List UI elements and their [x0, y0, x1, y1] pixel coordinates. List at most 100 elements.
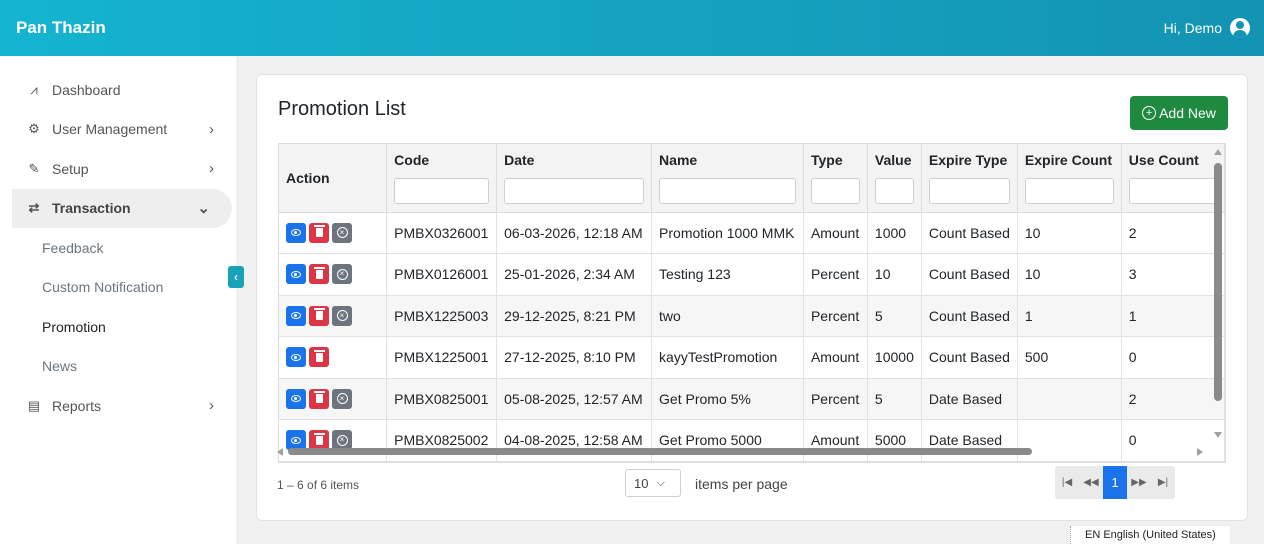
sidebar-item-transaction[interactable]: ⇄ Transaction ⌄ — [12, 188, 232, 228]
expire-type-cell: Date Based — [921, 378, 1018, 420]
filter-value-input[interactable] — [874, 178, 914, 204]
sidebar-item-dashboard[interactable]: ⩘ Dashboard — [0, 70, 236, 110]
scroll-thumb[interactable] — [288, 448, 1032, 455]
plus-circle-icon: + — [1142, 106, 1157, 120]
chevron-down-icon: ⌄ — [197, 200, 210, 218]
view-button[interactable] — [286, 222, 306, 243]
delete-button[interactable] — [309, 305, 329, 326]
value-cell: 5 — [867, 378, 922, 420]
value-cell: 10 — [867, 253, 922, 296]
trash-icon — [313, 266, 325, 279]
sidebar-item-user-management[interactable]: ⚙ User Management › — [0, 110, 236, 150]
eye-icon — [291, 229, 301, 237]
add-new-button[interactable]: + Add New — [1130, 96, 1228, 130]
column-header-label: Type — [810, 152, 843, 168]
first-page-button[interactable]: |◀ — [1055, 466, 1079, 499]
scroll-left-arrow-icon[interactable] — [277, 448, 283, 456]
delete-button[interactable] — [309, 347, 329, 368]
action-cell: × — [279, 253, 388, 296]
trash-icon — [313, 391, 325, 404]
delete-button[interactable] — [309, 222, 329, 243]
filter-use-count-input[interactable] — [1128, 178, 1217, 204]
filter-date-input[interactable] — [504, 178, 645, 204]
eye-icon — [291, 436, 301, 444]
delete-button[interactable] — [309, 388, 329, 409]
view-button[interactable] — [286, 388, 306, 409]
code-cell: PMBX1225003 — [386, 295, 498, 337]
view-button[interactable] — [286, 347, 306, 368]
top-bar: Pan Thazin Hi, Demo — [0, 0, 1264, 56]
code-cell: PMBX0825001 — [386, 378, 498, 420]
sidebar-subitem-promotion[interactable]: Promotion — [0, 307, 236, 347]
action-cell: × — [279, 212, 388, 254]
eye-icon — [291, 395, 301, 403]
expire-type-cell: Count Based — [921, 253, 1018, 296]
scroll-right-arrow-icon[interactable] — [1197, 448, 1203, 456]
scroll-thumb[interactable] — [1214, 163, 1222, 401]
name-cell: Get Promo 5% — [651, 378, 804, 420]
scroll-down-arrow-icon[interactable] — [1214, 432, 1222, 438]
column-header-date[interactable]: Date — [496, 144, 653, 213]
promotion-grid: Action Code Date Name Type Value Expire … — [278, 143, 1226, 463]
name-cell: Promotion 1000 MMK — [651, 212, 804, 254]
expire-count-cell: 10 — [1017, 253, 1122, 296]
x-circle-icon: × — [336, 393, 348, 405]
language-indicator[interactable]: EN English (United States) — [1070, 526, 1230, 544]
grid-horizontal-scrollbar[interactable] — [277, 446, 1213, 458]
trash-icon — [313, 308, 325, 321]
sidebar-subitem-custom-notification[interactable]: Custom Notification — [0, 268, 236, 308]
brand-title[interactable]: Pan Thazin — [16, 18, 106, 38]
column-header-code[interactable]: Code — [386, 144, 498, 213]
column-header-label: Name — [659, 152, 698, 168]
cancel-button[interactable]: × — [332, 388, 352, 409]
value-cell: 1000 — [867, 212, 922, 254]
sidebar-subitem-news[interactable]: News — [0, 347, 236, 387]
sidebar-item-label: Reports — [52, 397, 102, 414]
chevron-right-icon: › — [209, 120, 214, 138]
column-header-label: Expire Type — [928, 152, 1008, 168]
page-size-select[interactable]: 10 ⌵ — [625, 469, 681, 497]
sidebar-item-setup[interactable]: ✎ Setup › — [0, 149, 236, 189]
column-header-use-count[interactable]: Use Count — [1121, 144, 1225, 213]
user-menu[interactable]: Hi, Demo — [1164, 18, 1250, 38]
cancel-button[interactable]: × — [332, 222, 352, 243]
delete-button[interactable] — [309, 264, 329, 285]
page-number-button[interactable]: 1 — [1103, 466, 1127, 499]
next-page-button[interactable]: ▶▶ — [1127, 466, 1151, 499]
x-circle-icon: × — [336, 227, 348, 239]
name-cell: kayyTestPromotion — [651, 336, 804, 379]
column-header-expire-type[interactable]: Expire Type — [921, 144, 1018, 213]
column-header-value[interactable]: Value — [867, 144, 922, 213]
view-button[interactable] — [286, 264, 306, 285]
view-button[interactable] — [286, 305, 306, 326]
cancel-button[interactable]: × — [332, 264, 352, 285]
last-page-button[interactable]: ▶| — [1151, 466, 1175, 499]
expire-type-cell: Count Based — [921, 336, 1018, 379]
filter-name-input[interactable] — [659, 178, 796, 204]
filter-type-input[interactable] — [810, 178, 860, 204]
column-header-name[interactable]: Name — [651, 144, 804, 213]
column-header-type[interactable]: Type — [803, 144, 868, 213]
code-cell: PMBX0126001 — [386, 253, 498, 296]
sidebar-item-reports[interactable]: ▤ Reports › — [0, 386, 236, 426]
grid-vertical-scrollbar[interactable] — [1212, 142, 1224, 457]
filter-code-input[interactable] — [394, 178, 490, 204]
cancel-button[interactable]: × — [332, 305, 352, 326]
column-header-label: Expire Count — [1024, 152, 1113, 168]
column-header-expire-count[interactable]: Expire Count — [1017, 144, 1122, 213]
filter-expire-count-input[interactable] — [1024, 178, 1114, 204]
expire-count-cell: 500 — [1017, 336, 1122, 379]
sidebar-collapse-button[interactable]: ‹ — [228, 266, 244, 288]
user-greeting: Hi, Demo — [1163, 20, 1222, 36]
items-per-page-label: items per page — [695, 476, 788, 492]
name-cell: two — [651, 295, 804, 337]
filter-expire-type-input[interactable] — [928, 178, 1010, 204]
users-gear-icon: ⚙ — [28, 121, 40, 137]
scroll-up-arrow-icon[interactable] — [1214, 149, 1222, 155]
sidebar-subitem-feedback[interactable]: Feedback — [0, 228, 236, 268]
previous-page-button[interactable]: ◀◀ — [1079, 466, 1103, 499]
action-cell: × — [279, 378, 388, 420]
column-header-action: Action — [279, 144, 388, 213]
value-cell: 10000 — [867, 336, 922, 379]
expire-count-cell: 10 — [1017, 212, 1122, 254]
